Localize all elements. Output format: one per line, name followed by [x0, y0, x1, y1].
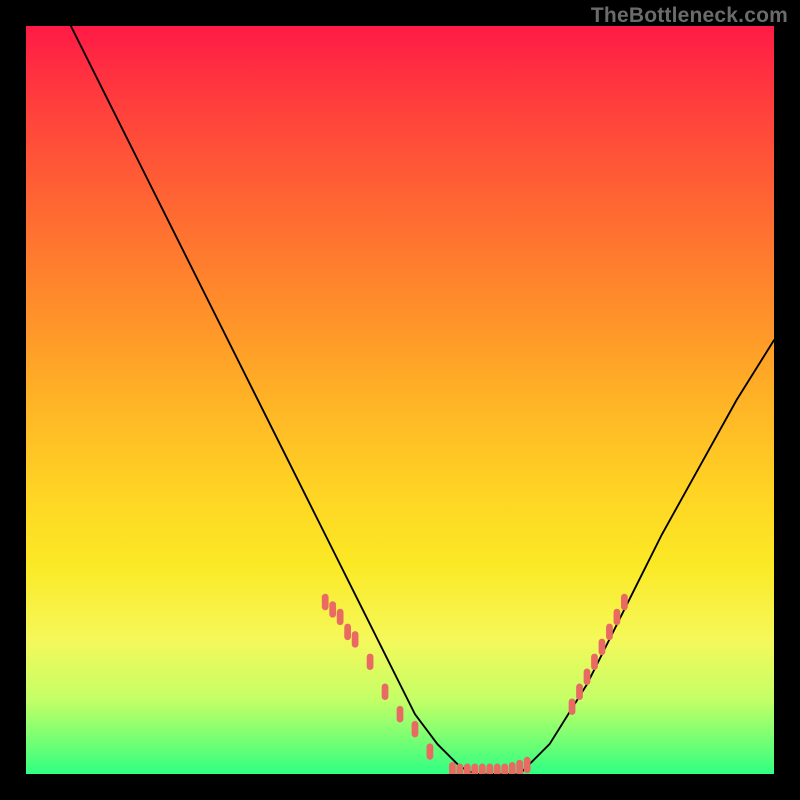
tick-marker [621, 594, 628, 610]
tick-marker [471, 764, 478, 774]
tick-marker [397, 706, 404, 722]
tick-marker [344, 624, 351, 640]
tick-marker [382, 683, 389, 699]
watermark-text: TheBottleneck.com [591, 4, 788, 28]
tick-marker [479, 764, 486, 774]
tick-marker [606, 624, 613, 640]
tick-marker [494, 764, 501, 774]
tick-marker [412, 721, 419, 737]
tick-marker [329, 601, 336, 617]
tick-marker [337, 609, 344, 625]
tick-marker [367, 654, 374, 670]
tick-marker [516, 760, 523, 774]
tick-marker [509, 762, 516, 774]
tick-marker [501, 764, 508, 774]
tick-marker [576, 683, 583, 699]
outer-frame: TheBottleneck.com [0, 0, 800, 800]
tick-marker [599, 639, 606, 655]
tick-marker [569, 698, 576, 714]
tick-marker [352, 631, 359, 647]
tick-marker [486, 764, 493, 774]
tick-marker [456, 764, 463, 774]
tick-marker [464, 764, 471, 774]
chart-canvas [26, 26, 774, 774]
chart-svg [26, 26, 774, 774]
bottleneck-curve [71, 26, 774, 774]
tick-marker [322, 594, 329, 610]
tick-marker [591, 654, 598, 670]
tick-marker [614, 609, 621, 625]
tick-marker [449, 762, 456, 774]
tick-marker [427, 743, 434, 759]
tick-marker [584, 669, 591, 685]
tick-marker [524, 757, 531, 773]
